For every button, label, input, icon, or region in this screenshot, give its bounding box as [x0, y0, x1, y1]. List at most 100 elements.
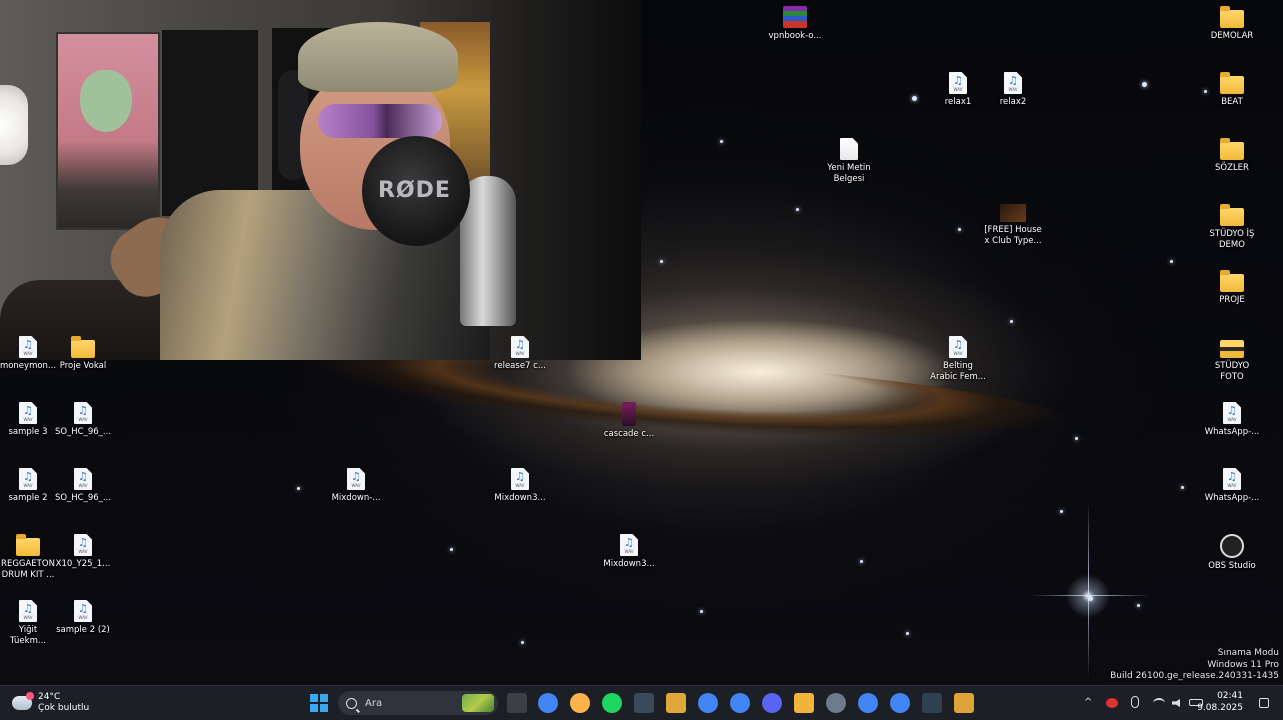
- desktop-icon[interactable]: Proje Vokal: [51, 336, 115, 372]
- wav-badge: WAV: [624, 549, 634, 554]
- person-cap: [298, 22, 458, 92]
- desktop-icon[interactable]: ♫ WAV X10_Y25_1...: [51, 534, 115, 570]
- audio-file-icon: ♫ WAV: [1223, 402, 1241, 424]
- archive-icon: [783, 6, 807, 28]
- desktop-icon[interactable]: [FREE] House x Club Type...: [981, 204, 1045, 246]
- desktop-icon[interactable]: ♫ WAV SO_HC_96_...: [51, 468, 115, 504]
- wav-badge: WAV: [953, 351, 963, 356]
- volume-icon[interactable]: [1172, 699, 1180, 707]
- music-note-icon: ♫: [1227, 404, 1237, 417]
- desktop-icon[interactable]: BEAT: [1200, 72, 1264, 108]
- chrome-5-icon[interactable]: [890, 693, 910, 713]
- microphone-icon[interactable]: [1131, 696, 1139, 708]
- desktop-icon[interactable]: OBS Studio: [1200, 534, 1264, 572]
- desktop-icon[interactable]: cascade c...: [597, 402, 661, 440]
- taskbar-search[interactable]: Ara: [338, 691, 498, 715]
- star: [1137, 604, 1140, 607]
- obs-icon[interactable]: [826, 693, 846, 713]
- desktop-icon-label: STÜDYO FOTO: [1214, 361, 1250, 382]
- music-note-icon: ♫: [515, 470, 525, 483]
- desktop-icon-label: release7 c...: [494, 361, 546, 371]
- desktop-icon-label: Proje Vokal: [59, 361, 107, 371]
- star: [1010, 320, 1013, 323]
- spotify-icon[interactable]: [602, 693, 622, 713]
- desktop-icon[interactable]: SÖZLER: [1200, 138, 1264, 174]
- audio-file-icon: ♫ WAV: [19, 468, 37, 490]
- desktop-icon[interactable]: STÜDYO İŞ DEMO: [1200, 204, 1264, 250]
- audio-file-icon: ♫ WAV: [1223, 468, 1241, 490]
- desktop-icon[interactable]: ♫ WAV Mixdown-...: [324, 468, 388, 504]
- desktop-icon-label: sample 2 (2): [56, 625, 110, 635]
- desktop-icon[interactable]: ♫ WAV Mixdown3...: [488, 468, 552, 504]
- desktop-icon-label: Belting Arabic Fem...: [930, 361, 986, 382]
- desktop-icon[interactable]: ♫ WAV Mixdown3...: [597, 534, 661, 570]
- webcam-overlay: RØDE: [0, 0, 641, 360]
- folder-icon[interactable]: [794, 693, 814, 713]
- desktop-icon[interactable]: ♫ WAV SO_HC_96_...: [51, 402, 115, 438]
- desktop-icon[interactable]: ♫ WAV WhatsApp-...: [1200, 468, 1264, 504]
- file-explorer-icon[interactable]: [507, 693, 527, 713]
- desktop-icon-label: SÖZLER: [1215, 163, 1249, 173]
- desktop-icon[interactable]: ♫ WAV relax2: [981, 72, 1045, 108]
- star: [450, 548, 453, 551]
- chrome-icon[interactable]: [538, 693, 558, 713]
- music-note-icon: ♫: [23, 602, 33, 615]
- notification-bell-icon[interactable]: [1259, 698, 1269, 708]
- search-highlight-icon: [462, 694, 494, 712]
- wav-badge: WAV: [78, 549, 88, 554]
- audio-file-icon: ♫ WAV: [1004, 72, 1022, 94]
- desktop-icon[interactable]: STÜDYO FOTO: [1200, 336, 1264, 382]
- audio-file-icon: ♫ WAV: [511, 336, 529, 358]
- desktop-icon[interactable]: PROJE: [1200, 270, 1264, 306]
- desktop-icon-label: Mixdown-...: [331, 493, 381, 503]
- star: [521, 641, 524, 644]
- desktop-icon-label: WhatsApp-...: [1204, 427, 1260, 437]
- desktop-icon[interactable]: ♫ WAV Belting Arabic Fem...: [926, 336, 990, 382]
- start-button[interactable]: [309, 693, 329, 713]
- folder-icon: [1220, 72, 1244, 94]
- audio-file-icon: ♫ WAV: [19, 600, 37, 622]
- wav-badge: WAV: [78, 417, 88, 422]
- desktop-icon-label: SO_HC_96_...: [54, 427, 112, 437]
- terminal-2-icon[interactable]: [922, 693, 942, 713]
- desktop-icon-label: X10_Y25_1...: [55, 559, 111, 569]
- weather-widget[interactable]: 24°C Çok bulutlu: [12, 690, 89, 716]
- wifi-icon[interactable]: [1153, 698, 1165, 708]
- desktop-icon[interactable]: Yeni Metin Belgesi: [817, 138, 881, 184]
- star: [660, 260, 663, 263]
- clock[interactable]: 02:41 9.08.2025: [1197, 691, 1243, 714]
- audio-file-icon: ♫ WAV: [74, 600, 92, 622]
- audio-file-icon: ♫ WAV: [511, 468, 529, 490]
- desktop-icon[interactable]: vpnbook-o...: [763, 6, 827, 42]
- sunglasses: [318, 104, 442, 138]
- copilot-icon[interactable]: [570, 693, 590, 713]
- star: [912, 96, 917, 101]
- chrome-4-icon[interactable]: [858, 693, 878, 713]
- media-icon[interactable]: [954, 693, 974, 713]
- desktop-icon-label: Yeni Metin Belgesi: [827, 163, 871, 184]
- desktop-icon-label: BEAT: [1221, 97, 1243, 107]
- chrome-3-icon[interactable]: [730, 693, 750, 713]
- terminal-icon[interactable]: [634, 693, 654, 713]
- desktop-icon[interactable]: ♫ WAV sample 2 (2): [51, 600, 115, 636]
- watermark-mode: Sınama Modu: [1217, 648, 1279, 658]
- wav-badge: WAV: [78, 483, 88, 488]
- antivirus-icon[interactable]: [1106, 698, 1118, 708]
- watermark-build: Build 26100.ge_release.240331-1435: [1110, 671, 1279, 682]
- desktop-icon[interactable]: ♫ WAV release7 c...: [488, 336, 552, 372]
- desktop-icon[interactable]: DEMOLAR: [1200, 6, 1264, 42]
- star: [1142, 82, 1147, 87]
- audio-file-icon: ♫ WAV: [74, 402, 92, 424]
- discord-icon[interactable]: [762, 693, 782, 713]
- file-icon[interactable]: [666, 693, 686, 713]
- weather-temp: 24°C: [38, 692, 61, 703]
- wav-badge: WAV: [953, 87, 963, 92]
- desktop-icon-label: WhatsApp-...: [1204, 493, 1260, 503]
- tray-chevron-icon[interactable]: ^: [1084, 697, 1092, 709]
- taskbar: 24°C Çok bulutlu Ara ^ 02:41 9.08.2025: [0, 685, 1283, 720]
- star: [906, 632, 909, 635]
- desktop-icon[interactable]: ♫ WAV WhatsApp-...: [1200, 402, 1264, 438]
- music-note-icon: ♫: [1008, 74, 1018, 87]
- star: [700, 610, 703, 613]
- chrome-2-icon[interactable]: [698, 693, 718, 713]
